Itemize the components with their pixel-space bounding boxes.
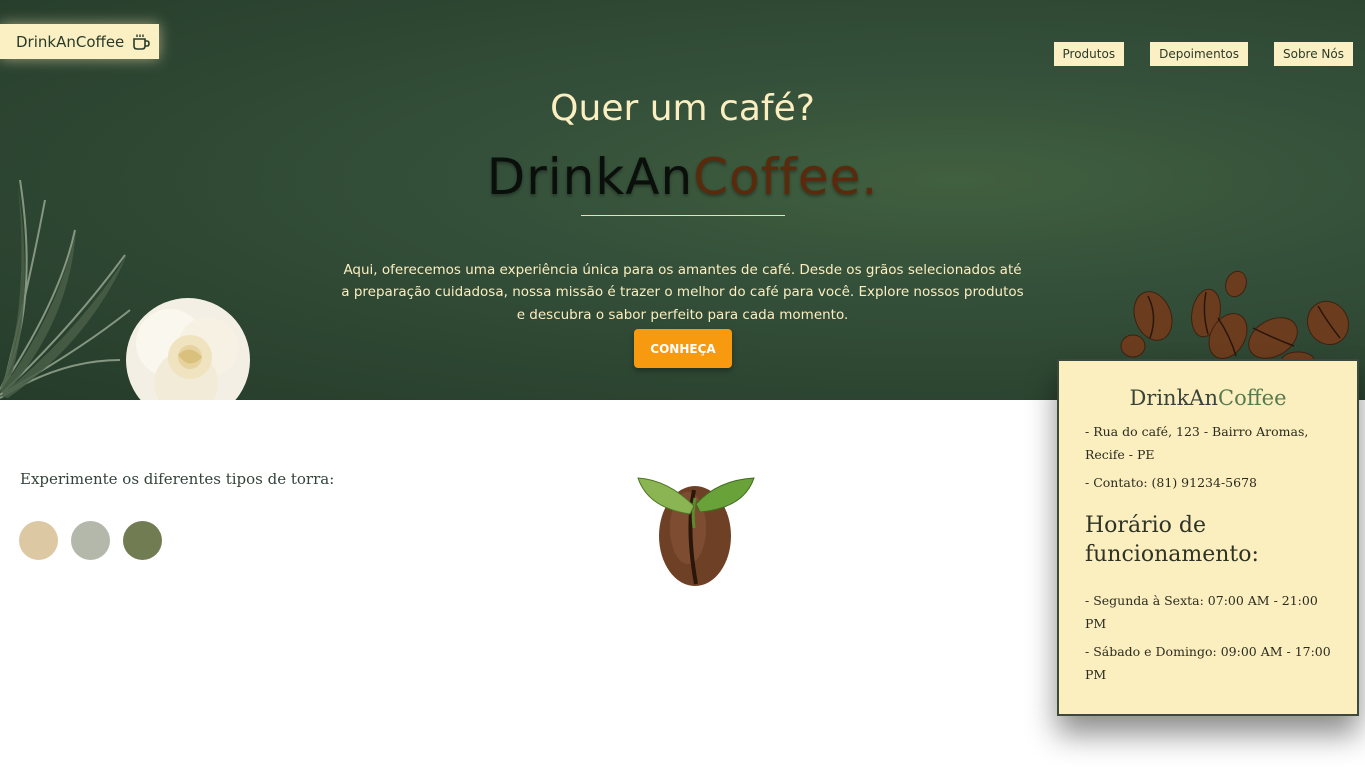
info-title: DrinkAnCoffee (1085, 386, 1331, 410)
hours-weekdays: - Segunda à Sexta: 07:00 AM - 21:00 PM (1085, 593, 1318, 631)
hero-description: Aqui, oferecemos uma experiência única p… (341, 261, 1024, 323)
coffee-cup-icon (133, 34, 151, 50)
info-address: - Rua do café, 123 - Bairro Aromas, Reci… (1085, 424, 1309, 462)
roast-title: Experimente os diferentes tipos de torra… (20, 470, 335, 488)
roast-swatch-light[interactable] (19, 521, 58, 560)
info-card: DrinkAnCoffee - Rua do café, 123 - Bairr… (1057, 359, 1359, 716)
brand-part-coffee: Coffee. (693, 148, 879, 206)
coffee-beans-image (1120, 270, 1350, 363)
roast-swatches (19, 521, 162, 560)
brand-part-an: An (625, 148, 694, 206)
info-title-part2: Coffee (1218, 386, 1287, 410)
nav-produtos[interactable]: Produtos (1053, 42, 1125, 66)
roast-swatch-medium[interactable] (71, 521, 110, 560)
nav-depoimentos[interactable]: Depoimentos (1150, 42, 1248, 66)
logo-text: DrinkAnCoffee (16, 32, 125, 51)
hero-divider (581, 215, 785, 216)
hero-question: Quer um café? (550, 88, 815, 129)
coffee-bean-sprout-image (637, 477, 755, 586)
logo[interactable]: DrinkAnCoffee (0, 24, 159, 59)
brand-part-drink: Drink (486, 148, 626, 206)
hero-brand: DrinkAnCoffee. (0, 148, 1365, 206)
info-title-part1: DrinkAn (1129, 386, 1219, 410)
info-contact: - Contato: (81) 91234-5678 (1085, 475, 1257, 490)
hours-weekend: - Sábado e Domingo: 09:00 AM - 17:00 PM (1085, 644, 1331, 682)
hero-section: DrinkAnCoffee Produtos Depoimentos Sobre… (0, 0, 1365, 400)
main-nav: Produtos Depoimentos Sobre Nós (1053, 42, 1353, 66)
conheca-button[interactable]: CONHEÇA (634, 329, 732, 368)
white-rose-image (126, 298, 250, 400)
hours-title: Horário de funcionamento: (1085, 513, 1259, 567)
nav-sobre-nos[interactable]: Sobre Nós (1273, 42, 1353, 66)
roast-swatch-dark[interactable] (123, 521, 162, 560)
